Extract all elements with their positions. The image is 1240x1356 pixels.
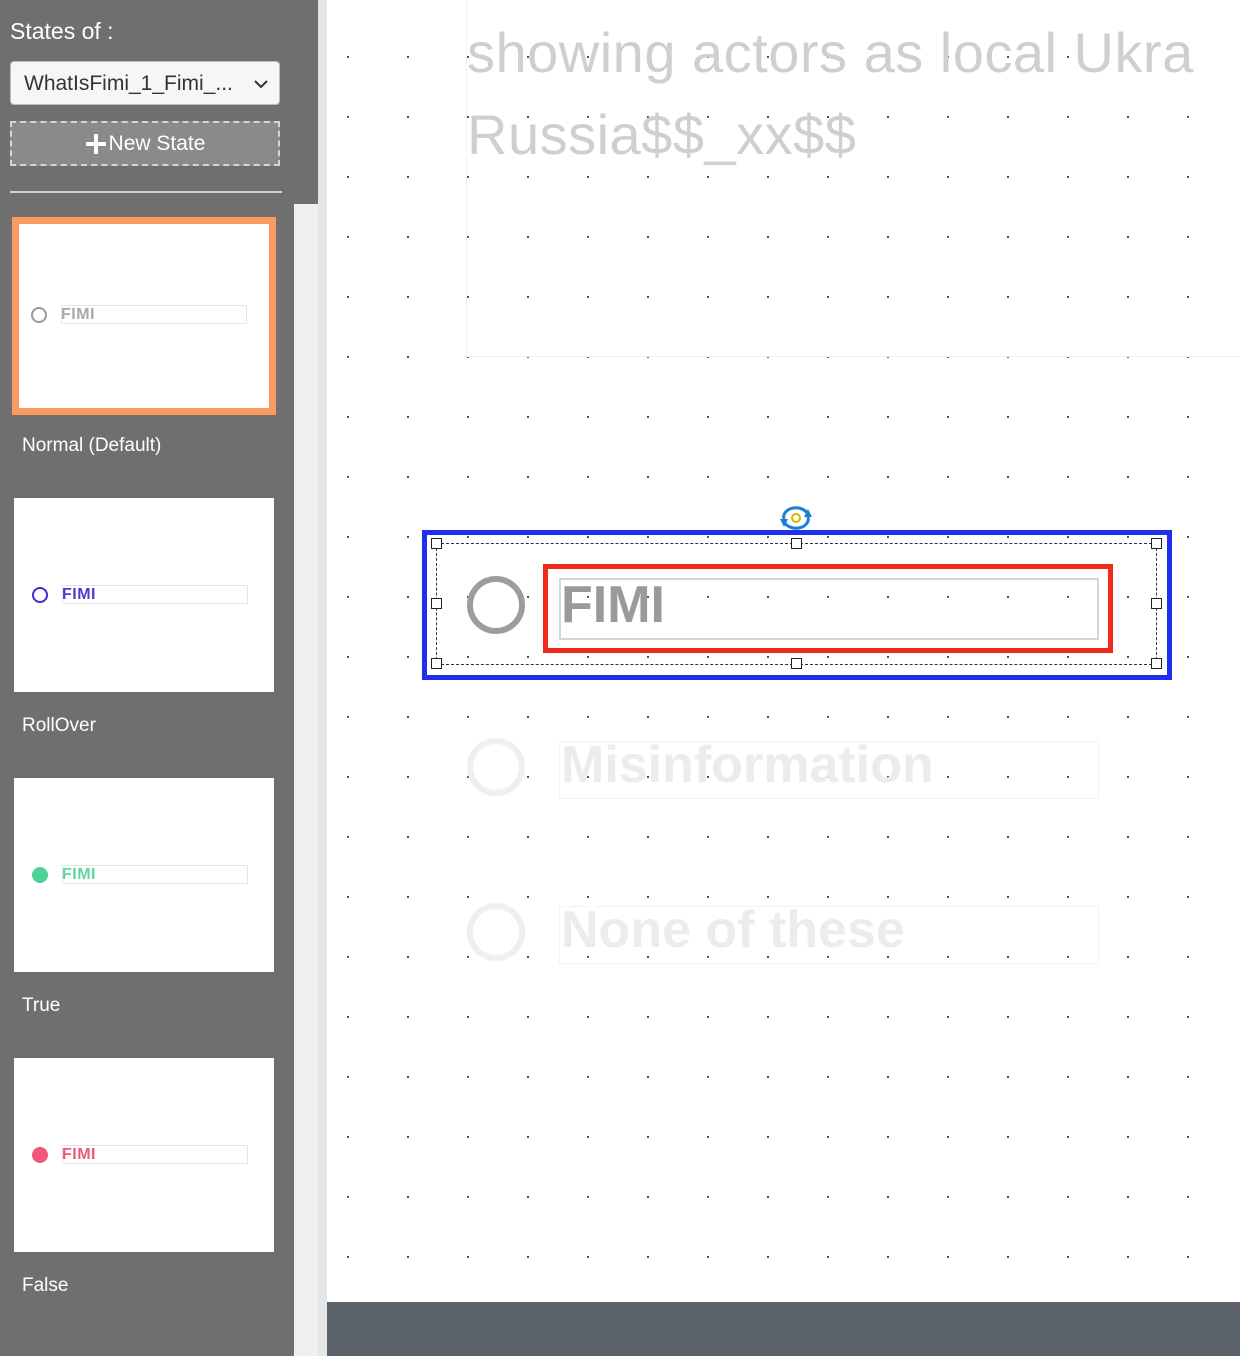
header-divider [10,191,282,193]
state-option-label: FIMI [62,866,96,883]
radio-icon [31,307,47,323]
radio-filled-icon [32,867,48,883]
bottom-bar [327,1302,1240,1356]
resize-handle-bottom-left[interactable] [431,658,442,669]
selection-bounding-box[interactable] [436,543,1157,665]
resize-handle-right[interactable] [1151,598,1162,609]
resize-handle-bottom-right[interactable] [1151,658,1162,669]
state-option-label: FIMI [62,586,96,603]
rotate-icon[interactable] [779,503,813,531]
state-option-label: FIMI [61,306,95,323]
option-label-misinformation[interactable]: Misinformation [561,735,934,795]
states-panel: States of : WhatIsFimi_1_Fimi_... New St… [0,0,318,1356]
state-card-true[interactable]: FIMI [14,778,274,972]
state-name: True [22,995,61,1016]
radio-icon [32,587,48,603]
radio-button-none[interactable] [467,903,525,961]
radio-filled-icon [32,1147,48,1163]
stage-edge [318,0,327,1302]
chevron-down-icon [254,80,268,89]
resize-handle-top[interactable] [791,538,802,549]
states-list: FIMI Normal (Default) FIMI RollOver FIMI… [0,204,294,1356]
state-option-label: FIMI [62,1146,96,1163]
background-text-line: Russia$$_xx$$ [467,103,857,166]
state-card-normal[interactable]: FIMI [12,217,276,415]
option-label-none[interactable]: None of these [561,900,905,960]
background-text-line: showing actors as local Ukra [467,21,1194,84]
resize-handle-top-right[interactable] [1151,538,1162,549]
states-header: States of : WhatIsFimi_1_Fimi_... New St… [0,0,318,204]
state-card-rollover[interactable]: FIMI [14,498,274,692]
state-name: Normal (Default) [22,435,162,456]
resize-handle-left[interactable] [431,598,442,609]
new-state-button[interactable]: New State [10,121,280,166]
object-select-value: WhatIsFimi_1_Fimi_... [24,72,233,95]
plus-icon [85,133,106,154]
resize-handle-top-left[interactable] [431,538,442,549]
state-name: False [22,1275,69,1296]
stage-edge [318,1302,327,1356]
state-name: RollOver [22,715,96,736]
new-state-label: New State [108,131,206,155]
states-title: States of : [10,18,114,44]
panel-scrollbar[interactable] [294,204,318,1356]
state-card-false[interactable]: FIMI [14,1058,274,1252]
object-select-dropdown[interactable]: WhatIsFimi_1_Fimi_... [10,61,280,105]
resize-handle-bottom[interactable] [791,658,802,669]
radio-button-misinformation[interactable] [467,738,525,796]
stage-canvas[interactable]: showing actors as local Ukra Russia$$_xx… [327,0,1240,1302]
